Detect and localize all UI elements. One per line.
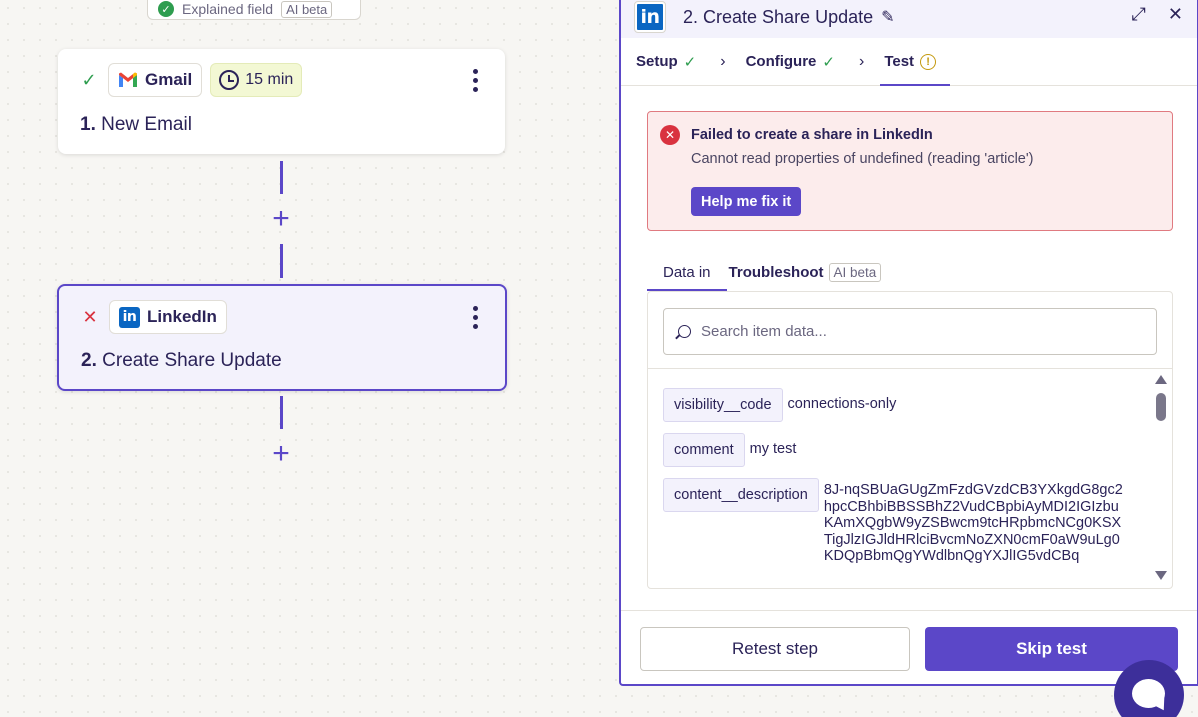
success-check-icon: ✓ xyxy=(81,69,97,90)
divider xyxy=(648,368,1172,369)
tab-label: Configure xyxy=(745,53,817,70)
step-name: New Email xyxy=(101,114,192,135)
error-title: Failed to create a share in LinkedIn xyxy=(691,127,933,143)
panel-header: in 2. Create Share Update ✎ ⤢ ✕ xyxy=(621,0,1197,38)
step-menu-icon[interactable] xyxy=(471,69,479,92)
connector-line xyxy=(280,396,283,429)
check-circle-icon: ✓ xyxy=(158,1,174,17)
scroll-down-arrow-icon[interactable] xyxy=(1155,571,1167,580)
step-menu-icon[interactable] xyxy=(471,306,479,329)
search-icon xyxy=(678,325,691,338)
check-icon: ✓ xyxy=(822,53,835,71)
step-title: 2. Create Share Update xyxy=(81,350,282,372)
expand-icon[interactable]: ⤢ xyxy=(1132,4,1146,25)
delay-label: 15 min xyxy=(245,71,294,88)
tab-setup[interactable]: Setup ✓ xyxy=(636,38,696,85)
delay-chip[interactable]: 15 min xyxy=(210,63,303,97)
add-step-plus-icon[interactable]: + xyxy=(266,204,296,234)
clock-icon xyxy=(219,70,240,90)
warning-icon: ! xyxy=(920,53,937,70)
header-actions: ⤢ ✕ xyxy=(1132,4,1184,25)
linkedin-logo-icon: in xyxy=(635,2,665,32)
edit-pencil-icon[interactable]: ✎ xyxy=(881,7,894,27)
error-circle-icon: ✕ xyxy=(660,125,680,145)
step-tabs: Setup ✓ › Configure ✓ › Test ! xyxy=(621,38,1197,86)
troubleshoot-label: Troubleshoot xyxy=(728,263,824,281)
step-number: 2. xyxy=(81,350,97,371)
data-row: comment my test xyxy=(663,433,1143,467)
error-x-icon: ✕ xyxy=(82,306,98,327)
add-step-plus-icon[interactable]: + xyxy=(266,439,296,469)
connector-line xyxy=(280,244,283,278)
scroll-up-arrow-icon[interactable] xyxy=(1155,375,1167,384)
error-alert: ✕ Failed to create a share in LinkedIn C… xyxy=(647,111,1173,231)
tab-label: Test xyxy=(884,53,915,70)
data-in-container: visibility__code connections-only commen… xyxy=(647,291,1173,589)
field-key: content__description xyxy=(663,478,819,512)
panel-title[interactable]: 2. Create Share Update xyxy=(683,7,873,28)
app-chip-gmail[interactable]: Gmail xyxy=(108,63,203,97)
tab-configure[interactable]: Configure ✓ xyxy=(746,38,835,85)
help-me-fix-button[interactable]: Help me fix it xyxy=(691,187,802,216)
data-subtabs: Data in Troubleshoot AI beta xyxy=(647,253,897,291)
data-row: content__description 8J-nqSBUaGUgZmFzdGV… xyxy=(663,478,1143,565)
search-input[interactable] xyxy=(701,323,1121,340)
linkedin-logo-icon: in xyxy=(119,306,140,328)
step-card-linkedin[interactable]: ✕ in LinkedIn 2. Create Share Update xyxy=(57,284,507,391)
data-rows: visibility__code connections-only commen… xyxy=(663,388,1143,576)
connector-line xyxy=(280,161,283,194)
step-name: Create Share Update xyxy=(102,350,282,371)
explained-field-chip[interactable]: ✓ Explained field AI beta xyxy=(147,0,361,20)
field-value: 8J-nqSBUaGUgZmFzdGVzdCB3YXkgdG8gc2hpcCBh… xyxy=(823,482,1123,564)
scrollbar-thumb[interactable] xyxy=(1156,393,1166,421)
panel-footer: Retest step Skip test xyxy=(621,610,1197,684)
ai-beta-badge: AI beta xyxy=(281,0,333,18)
error-message: Cannot read properties of undefined (rea… xyxy=(691,151,1034,167)
step-card-header: ✓ Gmail 15 min xyxy=(78,63,303,97)
tab-label: Setup xyxy=(636,53,678,70)
search-field[interactable] xyxy=(663,308,1157,355)
chevron-right-icon: › xyxy=(720,52,726,70)
tab-troubleshoot[interactable]: Troubleshoot AI beta xyxy=(727,253,898,291)
close-icon[interactable]: ✕ xyxy=(1168,4,1183,25)
chevron-right-icon: › xyxy=(858,52,865,70)
field-key: comment xyxy=(663,433,745,467)
tab-test[interactable]: Test ! xyxy=(880,38,950,86)
step-number: 1. xyxy=(80,114,96,135)
ai-beta-badge: AI beta xyxy=(828,262,882,282)
app-name: LinkedIn xyxy=(147,307,217,326)
data-row: visibility__code connections-only xyxy=(663,388,1143,422)
field-key: visibility__code xyxy=(663,388,783,422)
explained-field-label: Explained field xyxy=(182,1,274,17)
step-title: 1. New Email xyxy=(80,114,192,136)
step-card-header: ✕ in LinkedIn xyxy=(79,300,227,334)
retest-step-button[interactable]: Retest step xyxy=(640,627,910,671)
app-chip-linkedin[interactable]: in LinkedIn xyxy=(109,300,227,334)
step-detail-panel: in 2. Create Share Update ✎ ⤢ ✕ Setup ✓ … xyxy=(619,0,1198,686)
app-name: Gmail xyxy=(145,70,193,89)
field-value: connections-only xyxy=(787,396,897,412)
step-card-gmail[interactable]: ✓ Gmail 15 min 1. New Email xyxy=(58,49,505,154)
gmail-logo-icon xyxy=(119,72,137,87)
check-icon: ✓ xyxy=(683,53,697,71)
tab-data-in[interactable]: Data in xyxy=(647,253,727,291)
field-value: my test xyxy=(749,441,797,457)
